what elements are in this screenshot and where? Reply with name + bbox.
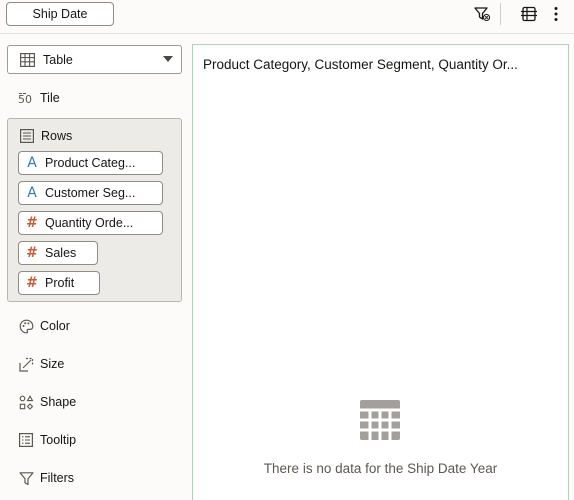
- grammar-tile-label: Tile: [40, 91, 60, 105]
- rows-item-quantity-ordered[interactable]: # Quantity Orde...: [18, 211, 163, 235]
- filter-icon: [18, 470, 34, 486]
- svg-text:50: 50: [18, 93, 32, 105]
- tooltip-icon: [18, 432, 34, 448]
- measure-icon: #: [26, 215, 38, 231]
- grammar-shape[interactable]: Shape: [18, 392, 76, 412]
- filter-clear-icon[interactable]: [473, 5, 491, 23]
- rows-icon: [19, 128, 35, 144]
- palette-icon: [18, 318, 34, 334]
- rows-item-product-category[interactable]: A Product Categ...: [18, 151, 163, 175]
- rows-item-sales[interactable]: # Sales: [18, 241, 98, 265]
- visualization-canvas[interactable]: Product Category, Customer Segment, Quan…: [192, 44, 569, 500]
- grammar-tooltip[interactable]: Tooltip: [18, 430, 76, 450]
- visualization-type-label: Table: [43, 52, 73, 67]
- shapes-icon: [18, 394, 34, 410]
- tile-icon: 50: [18, 90, 34, 106]
- visualization-title: Product Category, Customer Segment, Quan…: [203, 57, 518, 72]
- empty-table-icon: [359, 399, 403, 441]
- rows-drop-zone[interactable]: Rows A Product Categ... A Customer Seg..…: [7, 118, 182, 302]
- empty-state-message: There is no data for the Ship Date Year: [263, 461, 498, 476]
- table-icon: [19, 52, 35, 68]
- attribute-icon: A: [27, 155, 37, 171]
- measure-icon: #: [26, 275, 38, 291]
- rows-item-customer-segment[interactable]: A Customer Seg...: [18, 181, 163, 205]
- measure-icon: #: [26, 245, 38, 261]
- grammar-tooltip-label: Tooltip: [40, 433, 77, 447]
- grammar-filters-label: Filters: [40, 471, 75, 485]
- rows-header: Rows: [19, 126, 72, 146]
- chevron-down-icon: [163, 56, 173, 62]
- rows-label: Rows: [41, 129, 73, 143]
- more-vertical-icon[interactable]: [547, 5, 565, 23]
- grammar-color-label: Color: [40, 319, 70, 333]
- rows-item-label: Customer Seg...: [45, 186, 136, 200]
- grammar-tile[interactable]: 50 Tile: [18, 88, 60, 108]
- attribute-icon: A: [27, 185, 37, 201]
- grammar-shape-label: Shape: [40, 395, 77, 409]
- grammar-size[interactable]: Size: [18, 354, 64, 374]
- rows-item-label: Profit: [45, 276, 75, 290]
- grammar-filters[interactable]: Filters: [18, 468, 74, 488]
- rows-item-profit[interactable]: # Profit: [18, 271, 100, 295]
- resize-icon: [18, 356, 34, 372]
- top-toolbar: Ship Date: [0, 0, 574, 34]
- grammar-color[interactable]: Color: [18, 316, 70, 336]
- grammar-panel-icon[interactable]: [520, 5, 538, 23]
- rows-item-label: Quantity Orde...: [45, 216, 134, 230]
- rows-item-label: Product Categ...: [45, 156, 136, 170]
- grammar-size-label: Size: [40, 357, 65, 371]
- toolbar-separator: [500, 3, 501, 25]
- rows-item-label: Sales: [45, 246, 77, 260]
- visualization-type-select[interactable]: Table: [7, 45, 182, 74]
- ship-date-filter-chip[interactable]: Ship Date: [6, 2, 114, 26]
